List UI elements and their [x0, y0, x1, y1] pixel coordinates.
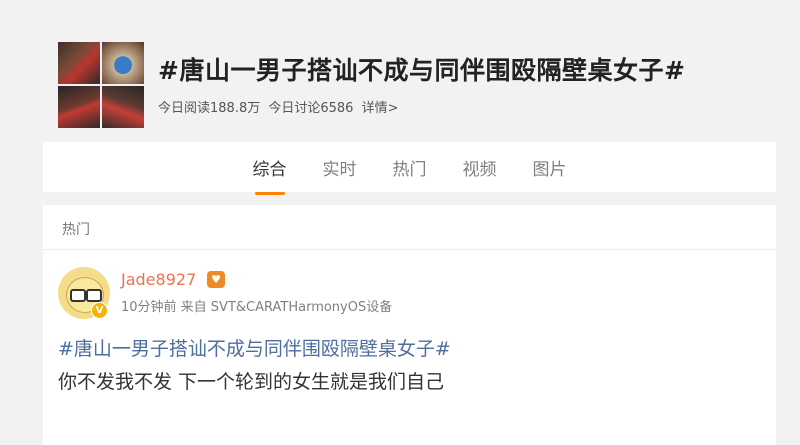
- topic-header: #唐山一男子搭讪不成与同伴围殴隔壁桌女子# 今日阅读188.8万 今日讨论658…: [58, 42, 758, 128]
- thumbnail-image: [102, 86, 144, 128]
- glasses-icon: [70, 289, 86, 302]
- thumbnail-image: [102, 42, 144, 84]
- thumbnail-image: [58, 86, 100, 128]
- tab-video[interactable]: 视频: [461, 151, 499, 184]
- tab-hot[interactable]: 热门: [391, 151, 429, 184]
- topic-stats: 今日阅读188.8万 今日讨论6586 详情>: [158, 97, 403, 116]
- post-topic-link[interactable]: #唐山一男子搭讪不成与同伴围殴隔壁桌女子#: [58, 334, 451, 361]
- post-body: 你不发我不发 下一个轮到的女生就是我们自己: [58, 371, 445, 393]
- glasses-icon: [86, 289, 102, 302]
- feed-card: 热门 V Jade8927 ♥ 10分钟前 来自 SVT&CARATHarmon…: [43, 205, 776, 445]
- tab-comprehensive[interactable]: 综合: [251, 151, 289, 184]
- topic-title: #唐山一男子搭讪不成与同伴围殴隔壁桌女子#: [158, 56, 686, 85]
- tab-images[interactable]: 图片: [531, 151, 569, 184]
- discuss-count: 今日讨论6586: [268, 101, 354, 116]
- verified-badge-icon: V: [91, 302, 108, 319]
- divider: [43, 249, 776, 250]
- member-badge-icon[interactable]: ♥: [207, 271, 225, 288]
- tab-realtime[interactable]: 实时: [321, 151, 359, 184]
- username[interactable]: Jade8927: [121, 270, 196, 289]
- section-label: 热门: [62, 222, 90, 238]
- read-count: 今日阅读188.8万: [158, 101, 261, 116]
- post-meta: 10分钟前 来自 SVT&CARATHarmonyOS设备: [121, 300, 393, 315]
- topic-thumbnail-grid[interactable]: [58, 42, 144, 128]
- details-link[interactable]: 详情>: [362, 101, 399, 116]
- tab-bar: 综合 实时 热门 视频 图片: [43, 142, 776, 192]
- thumbnail-image: [58, 42, 100, 84]
